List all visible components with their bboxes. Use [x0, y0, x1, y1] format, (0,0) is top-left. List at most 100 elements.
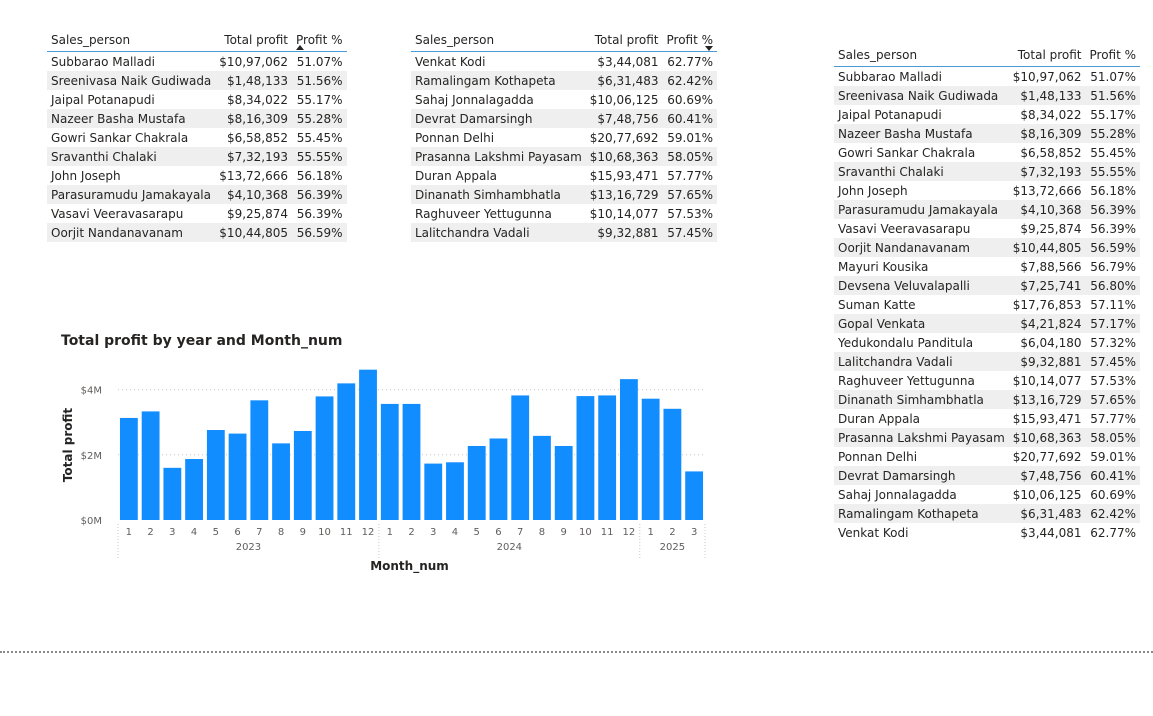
table-row[interactable]: Gowri Sankar Chakrala $6,58,852 55.45% [834, 143, 1140, 162]
table-row[interactable]: Devrat Damarsingh $7,48,756 60.41% [411, 109, 718, 128]
table-row[interactable]: Prasanna Lakshmi Payasam $10,68,363 58.05% [834, 428, 1141, 447]
profit-pct-cell: 57.77% [1090, 411, 1137, 426]
profit-pct-cell: 57.77% [667, 168, 714, 183]
total-profit-cell: $4,21,824 [1008, 314, 1086, 333]
page-divider [0, 651, 1153, 653]
table-row[interactable]: Vasavi Veeravasarapu $9,25,874 56.39% [47, 204, 347, 223]
table-row[interactable]: Raghuveer Yettugunna $10,14,077 57.53% [834, 371, 1140, 390]
column-header-profit-pct[interactable]: Profit % [1085, 44, 1141, 67]
table-row[interactable]: John Joseph $13,72,666 56.18% [47, 166, 347, 185]
table-row[interactable]: Duran Appala $15,93,471 57.77% [411, 166, 717, 185]
column-header-profit-pct[interactable]: Profit % [292, 29, 347, 52]
total-profit-cell: $10,97,062 [1012, 69, 1082, 84]
column-header-sales-person[interactable]: Sales_person [834, 44, 1009, 67]
table-row[interactable]: Sahaj Jonnalagadda $10,06,125 60.69% [834, 485, 1140, 504]
sales-person-cell: Dinanath Simhambhatla [411, 185, 586, 204]
sales-person-cell: Yedukondalu Panditula [838, 335, 974, 350]
sales-person-cell: Mayuri Kousika [838, 259, 929, 274]
total-profit-cell: $10,06,125 [1012, 487, 1082, 502]
table-row[interactable]: Vasavi Veeravasarapu $9,25,874 56.39% [834, 219, 1140, 238]
table-row[interactable]: Devsena Veluvalapalli $7,25,741 56.80% [834, 276, 1141, 295]
bar-2025-2 [663, 408, 682, 520]
sales-person-cell: Vasavi Veeravasarapu [838, 221, 971, 236]
table-row[interactable]: Jaipal Potanapudi $8,34,022 55.17% [834, 105, 1140, 124]
x-tick-label-month: 5 [474, 527, 480, 538]
table-row[interactable]: Gopal Venkata $4,21,824 57.17% [834, 314, 1141, 333]
table-row[interactable]: Mayuri Kousika $7,88,566 56.79% [834, 257, 1140, 276]
bar-2024-6 [489, 438, 508, 520]
table-row[interactable]: Sahaj Jonnalagadda $10,06,125 60.69% [411, 90, 717, 109]
column-header-profit-pct[interactable]: Profit % [662, 29, 718, 52]
profit-pct-cell: 59.01% [667, 130, 714, 145]
table-row[interactable]: Subbarao Malladi $10,97,062 51.07% [47, 52, 347, 72]
table-row[interactable]: Devrat Damarsingh $7,48,756 60.41% [834, 466, 1141, 485]
profit-bar-chart: $0M$2M$4M1 2 3 4 5 6 7 8 9 10 11 12 1 2 3 4 5 6 7 8 9 10 11 12 1… [61, 369, 706, 574]
column-header-total-profit[interactable]: Total profit [1008, 44, 1086, 67]
bar-2024-9 [554, 445, 573, 520]
table-row[interactable]: Raghuveer Yettugunna $10,14,077 57.53% [411, 204, 717, 223]
table-row[interactable]: Nazeer Basha Mustafa $8,16,309 55.28% [834, 124, 1141, 143]
x-tick-label-month: 2 [669, 527, 675, 538]
table-row[interactable]: Ramalingam Kothapeta $6,31,483 62.42% [834, 504, 1141, 523]
table-row[interactable]: Dinanath Simhambhatla $13,16,729 57.65% [834, 390, 1141, 409]
table-row[interactable]: Suman Katte $17,76,853 57.11% [834, 295, 1140, 314]
sales-person-cell: Subbarao Malladi [838, 69, 942, 84]
total-profit-cell: $10,44,805 [215, 223, 293, 242]
table-row[interactable]: Nazeer Basha Mustafa $8,16,309 55.28% [47, 109, 347, 128]
total-profit-cell: $7,48,756 [1008, 466, 1086, 485]
column-header-sales-person[interactable]: Sales_person [411, 29, 586, 52]
table-row[interactable]: Prasanna Lakshmi Payasam $10,68,363 58.05% [411, 147, 718, 166]
bar-2024-5 [467, 445, 486, 520]
table-row[interactable]: Lalitchandra Vadali $9,32,881 57.45% [834, 352, 1141, 371]
x-tick-label-month: 8 [278, 527, 284, 538]
sort-descending-icon[interactable] [705, 46, 714, 51]
table-row[interactable]: Parasuramudu Jamakayala $4,10,368 56.39% [834, 200, 1141, 219]
total-profit-cell: $13,16,729 [1008, 390, 1086, 409]
profit-pct-cell: 51.56% [292, 71, 347, 90]
column-header-total-profit[interactable]: Total profit [585, 29, 663, 52]
sales-person-cell: Sreenivasa Naik Gudiwada [834, 86, 1009, 105]
x-tick-label-month: 11 [601, 527, 614, 538]
table-row[interactable]: Gowri Sankar Chakrala $6,58,852 55.45% [47, 128, 347, 147]
x-tick-label-month: 6 [495, 527, 501, 538]
table-row[interactable]: Parasuramudu Jamakayala $4,10,368 56.39% [47, 185, 347, 204]
table-row[interactable]: Venkat Kodi $3,44,081 62.77% [834, 523, 1140, 542]
table-row[interactable]: Ponnan Delhi $20,77,692 59.01% [834, 447, 1140, 466]
sales-person-cell: Dinanath Simhambhatla [834, 390, 1009, 409]
table-row[interactable]: Sravanthi Chalaki $7,32,193 55.55% [834, 162, 1141, 181]
x-tick-label-year: 2025 [660, 542, 685, 553]
column-header-total-profit[interactable]: Total profit [215, 29, 293, 52]
table-row[interactable]: Dinanath Simhambhatla $13,16,729 57.65% [411, 185, 718, 204]
bar-2023-6 [228, 433, 247, 520]
table-row[interactable]: John Joseph $13,72,666 56.18% [834, 181, 1140, 200]
table-row[interactable]: Venkat Kodi $3,44,081 62.77% [411, 52, 717, 72]
table-row[interactable]: Oorjit Nandanavanam $10,44,805 56.59% [834, 238, 1141, 257]
table-row[interactable]: Ramalingam Kothapeta $6,31,483 62.42% [411, 71, 718, 90]
table-row[interactable]: Yedukondalu Panditula $6,04,180 57.32% [834, 333, 1140, 352]
total-profit-cell: $3,44,081 [1020, 525, 1082, 540]
table-row[interactable]: Lalitchandra Vadali $9,32,881 57.45% [411, 223, 718, 242]
table-row[interactable]: Sreenivasa Naik Gudiwada $1,48,133 51.56% [47, 71, 347, 90]
profit-pct-cell: 55.45% [296, 130, 343, 145]
table-row[interactable]: Oorjit Nandanavanam $10,44,805 56.59% [47, 223, 347, 242]
sales-person-cell: Venkat Kodi [838, 525, 909, 540]
column-header-sales-person[interactable]: Sales_person [47, 29, 216, 52]
bar-2023-4 [185, 459, 204, 520]
bar-2023-11 [337, 383, 356, 520]
table-row[interactable]: Sreenivasa Naik Gudiwada $1,48,133 51.56% [834, 86, 1141, 105]
profit-pct-cell: 56.18% [1090, 183, 1137, 198]
profit-pct-cell: 56.18% [296, 168, 343, 183]
sales-person-cell: Parasuramudu Jamakayala [47, 185, 216, 204]
sort-ascending-icon[interactable] [296, 45, 305, 50]
profit-pct-cell: 55.55% [292, 147, 347, 166]
table-row[interactable]: Ponnan Delhi $20,77,692 59.01% [411, 128, 717, 147]
profit-pct-cell: 57.11% [1090, 297, 1137, 312]
table-row[interactable]: Jaipal Potanapudi $8,34,022 55.17% [47, 90, 347, 109]
table-row[interactable]: Duran Appala $15,93,471 57.77% [834, 409, 1140, 428]
profit-pct-cell: 56.59% [292, 223, 347, 242]
table-row[interactable]: Subbarao Malladi $10,97,062 51.07% [834, 67, 1140, 87]
total-profit-cell: $6,31,483 [585, 71, 663, 90]
profit-pct-cell: 56.39% [1090, 221, 1137, 236]
table-row[interactable]: Sravanthi Chalaki $7,32,193 55.55% [47, 147, 347, 166]
bar-2023-5 [206, 430, 225, 520]
